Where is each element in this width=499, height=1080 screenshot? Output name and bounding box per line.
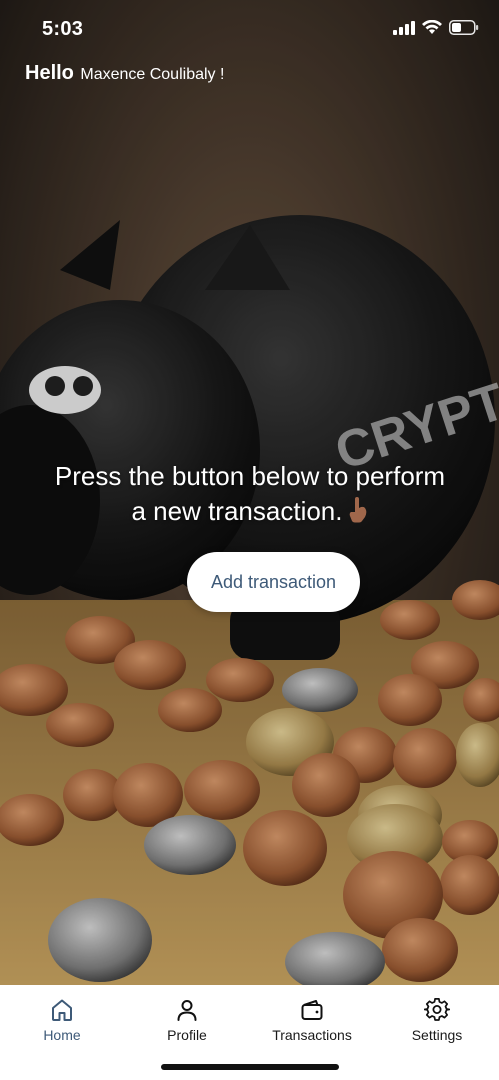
greeting-username: Maxence Coulibaly ! [80,66,225,83]
instruction-line-2-wrap: a new transaction. [7,494,493,532]
status-time: 5:03 [42,18,84,40]
add-transaction-button[interactable]: Add transaction [187,552,360,612]
battery-icon [449,20,479,35]
gear-icon [424,998,450,1021]
status-icons [393,20,479,35]
wifi-icon [422,20,442,34]
wallet-icon [301,1000,323,1020]
instruction-line-1: Press the button below to perform [54,461,446,491]
person-icon [177,1000,197,1021]
home-indicator[interactable] [161,1064,339,1070]
signal-icon [393,20,415,35]
tab-settings-label: Settings [411,1027,463,1043]
greeting: Hello Maxence Coulibaly ! [25,62,224,85]
tab-home[interactable]: Home [7,997,117,1047]
tab-settings[interactable]: Settings [382,997,492,1047]
status-bar: 5:03 [0,0,499,58]
pointing-down-hand-icon [347,497,369,532]
app-screen: CRYPTO 5:03 Hello Maxence Coulibaly ! Pr… [0,0,499,1080]
tab-profile[interactable]: Profile [132,997,242,1047]
greeting-hello: Hello [25,62,74,84]
tab-home-label: Home [43,1027,81,1043]
tab-transactions[interactable]: Transactions [257,997,367,1047]
instruction-line-2: a new transaction. [131,496,343,526]
instruction-message: Press the button below to perform a new … [7,459,493,532]
tab-profile-label: Profile [167,1027,207,1043]
tab-transactions-label: Transactions [272,1027,352,1043]
home-icon [52,999,72,1021]
